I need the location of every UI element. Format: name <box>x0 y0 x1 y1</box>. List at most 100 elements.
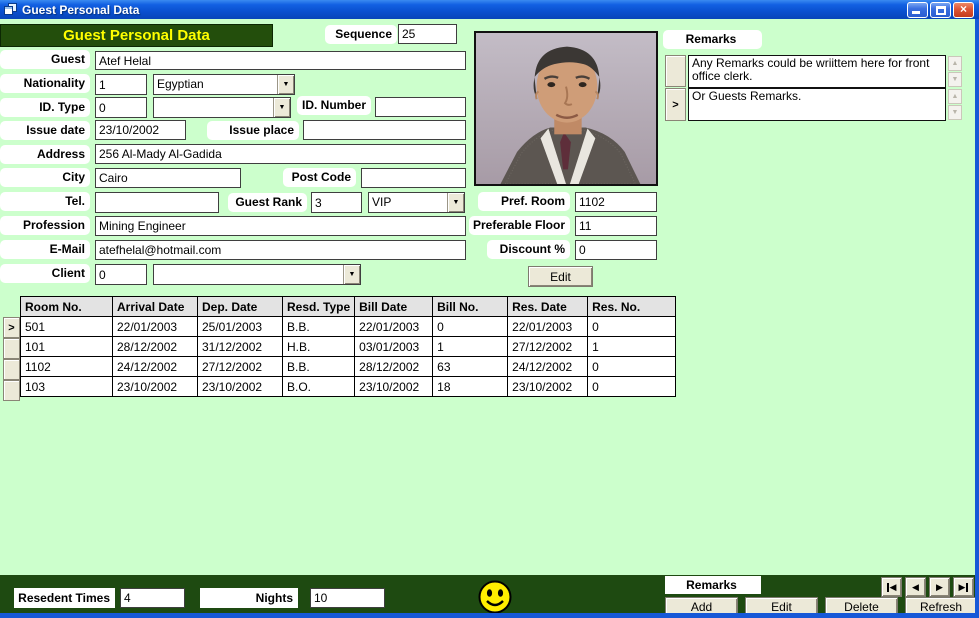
chevron-down-icon[interactable]: ▼ <box>343 265 360 284</box>
close-icon: × <box>960 2 967 16</box>
table-cell[interactable]: 25/01/2003 <box>198 317 283 337</box>
profession-input[interactable] <box>95 216 466 236</box>
chevron-down-icon[interactable]: ▼ <box>447 193 464 212</box>
guest-input[interactable] <box>95 51 466 70</box>
maximize-icon <box>936 6 946 15</box>
column-header: Dep. Date <box>198 297 283 317</box>
nav-first-icon <box>887 583 889 592</box>
nav-last-button[interactable]: ▶ <box>953 577 974 597</box>
table-cell[interactable]: 24/12/2002 <box>113 357 198 377</box>
table-cell[interactable]: 28/12/2002 <box>355 357 433 377</box>
table-cell[interactable]: 31/12/2002 <box>198 337 283 357</box>
table-cell[interactable]: B.O. <box>283 377 355 397</box>
remark-text[interactable]: Or Guests Remarks. <box>688 88 946 121</box>
table-cell[interactable]: 23/10/2002 <box>113 377 198 397</box>
table-cell[interactable]: 0 <box>588 377 676 397</box>
remarks-panel-title: Remarks <box>663 30 762 49</box>
table-cell[interactable]: 1 <box>588 337 676 357</box>
row-selector-button[interactable] <box>3 380 20 401</box>
table-cell[interactable]: 23/10/2002 <box>508 377 588 397</box>
guest-photo <box>474 31 658 186</box>
row-selector-button[interactable] <box>3 359 20 380</box>
client-code-input[interactable] <box>95 264 147 285</box>
id-type-label: ID. Type <box>0 98 90 117</box>
edit-preferences-button[interactable]: Edit <box>528 266 593 287</box>
table-cell[interactable]: 103 <box>21 377 113 397</box>
table-cell[interactable]: 1102 <box>21 357 113 377</box>
table-cell[interactable]: 18 <box>433 377 508 397</box>
id-type-code-input[interactable] <box>95 97 147 118</box>
row-selector-button[interactable] <box>3 338 20 359</box>
city-input[interactable] <box>95 168 241 188</box>
scroll-up-icon[interactable]: ▲ <box>948 56 962 71</box>
chevron-down-icon[interactable]: ▼ <box>273 98 290 117</box>
guest-rank-combo[interactable]: VIP ▼ <box>368 192 465 213</box>
issue-place-label: Issue place <box>207 121 299 140</box>
table-header-row: Room No. Arrival Date Dep. Date Resd. Ty… <box>21 297 676 317</box>
table-cell[interactable]: 28/12/2002 <box>113 337 198 357</box>
nav-next-button[interactable]: ▶ <box>929 577 950 597</box>
table-row[interactable]: 101 28/12/2002 31/12/2002 H.B. 03/01/200… <box>21 337 676 357</box>
stays-table: Room No. Arrival Date Dep. Date Resd. Ty… <box>20 296 676 397</box>
nav-prev-button[interactable]: ◀ <box>905 577 926 597</box>
table-cell[interactable]: 501 <box>21 317 113 337</box>
chevron-down-icon[interactable]: ▼ <box>277 75 294 94</box>
table-row[interactable]: 103 23/10/2002 23/10/2002 B.O. 23/10/200… <box>21 377 676 397</box>
table-cell[interactable]: 1 <box>433 337 508 357</box>
resedent-times-input[interactable] <box>120 588 185 608</box>
maximize-button[interactable] <box>930 2 951 18</box>
issue-place-input[interactable] <box>303 120 466 140</box>
issue-date-input[interactable] <box>95 120 186 140</box>
remark-text[interactable]: Any Remarks could be wriittem here for f… <box>688 55 946 88</box>
id-type-combo[interactable]: ▼ <box>153 97 291 118</box>
row-selector-button[interactable]: > <box>3 317 20 338</box>
nav-first-button[interactable]: ◀ <box>881 577 902 597</box>
table-cell[interactable]: 27/12/2002 <box>198 357 283 377</box>
table-cell[interactable]: H.B. <box>283 337 355 357</box>
nationality-combo[interactable]: Egyptian ▼ <box>153 74 295 95</box>
nationality-code-input[interactable] <box>95 74 147 95</box>
nights-input[interactable] <box>310 588 385 608</box>
sequence-label: Sequence <box>325 25 397 44</box>
remark-row-selector[interactable] <box>665 55 686 87</box>
table-cell[interactable]: 22/01/2003 <box>508 317 588 337</box>
address-input[interactable] <box>95 144 466 164</box>
tel-label: Tel. <box>0 192 90 211</box>
discount-input[interactable] <box>575 240 657 260</box>
table-cell[interactable]: 101 <box>21 337 113 357</box>
table-cell[interactable]: B.B. <box>283 357 355 377</box>
sequence-input[interactable] <box>398 24 457 44</box>
preferable-floor-input[interactable] <box>575 216 657 236</box>
id-number-input[interactable] <box>375 97 466 117</box>
minimize-button[interactable] <box>907 2 928 18</box>
pref-room-input[interactable] <box>575 192 657 212</box>
post-code-input[interactable] <box>361 168 466 188</box>
email-input[interactable] <box>95 240 466 260</box>
scroll-down-icon[interactable]: ▼ <box>948 105 962 120</box>
table-cell[interactable]: 63 <box>433 357 508 377</box>
guest-rank-code-input[interactable] <box>311 192 362 213</box>
footer-bar: Resedent Times Nights Remarks ◀ ◀ ▶ ▶ Ad… <box>0 575 975 613</box>
client-combo[interactable]: ▼ <box>153 264 361 285</box>
scroll-up-icon[interactable]: ▲ <box>948 89 962 104</box>
table-cell[interactable]: 22/01/2003 <box>113 317 198 337</box>
tel-input[interactable] <box>95 192 219 213</box>
minimize-icon <box>912 11 920 14</box>
column-header: Bill Date <box>355 297 433 317</box>
table-cell[interactable]: 03/01/2003 <box>355 337 433 357</box>
id-number-label: ID. Number <box>297 96 371 115</box>
table-cell[interactable]: B.B. <box>283 317 355 337</box>
table-cell[interactable]: 0 <box>433 317 508 337</box>
table-row[interactable]: 501 22/01/2003 25/01/2003 B.B. 22/01/200… <box>21 317 676 337</box>
table-cell[interactable]: 23/10/2002 <box>198 377 283 397</box>
table-cell[interactable]: 23/10/2002 <box>355 377 433 397</box>
table-cell[interactable]: 27/12/2002 <box>508 337 588 357</box>
table-cell[interactable]: 0 <box>588 357 676 377</box>
close-button[interactable]: × <box>953 2 974 18</box>
remark-row-selector[interactable]: > <box>665 88 686 121</box>
table-cell[interactable]: 24/12/2002 <box>508 357 588 377</box>
scroll-down-icon[interactable]: ▼ <box>948 72 962 87</box>
table-row[interactable]: 1102 24/12/2002 27/12/2002 B.B. 28/12/20… <box>21 357 676 377</box>
table-cell[interactable]: 22/01/2003 <box>355 317 433 337</box>
table-cell[interactable]: 0 <box>588 317 676 337</box>
